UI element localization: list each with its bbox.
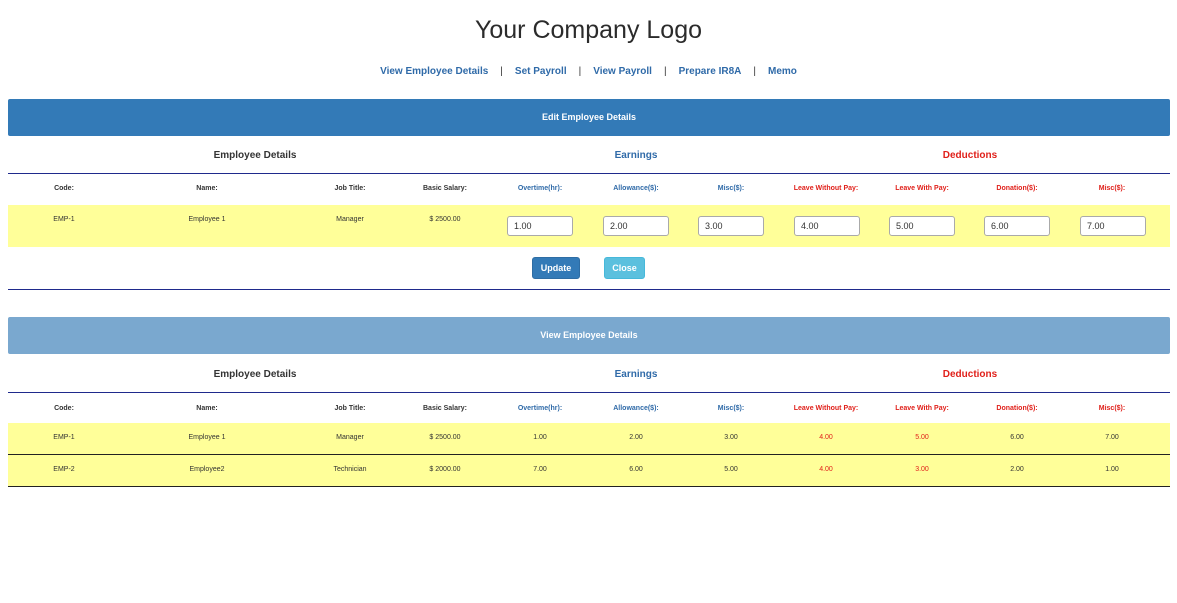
edit-panel-header: Edit Employee Details (8, 99, 1170, 136)
nav-view-employee-details[interactable]: View Employee Details (380, 66, 488, 77)
nav-separator: | (500, 66, 503, 77)
nav-memo[interactable]: Memo (768, 66, 797, 77)
row-name: Employee 1 (188, 434, 226, 441)
col-leave-with-pay: Leave With Pay: (895, 185, 949, 192)
col-name: Name: (196, 405, 218, 412)
deductions-misc-input[interactable] (1080, 216, 1146, 236)
nav-view-payroll[interactable]: View Payroll (593, 66, 652, 77)
edit-name: Employee 1 (188, 216, 226, 223)
edit-job-title: Manager (336, 216, 364, 223)
nav-set-payroll[interactable]: Set Payroll (515, 66, 567, 77)
col-name: Name: (196, 185, 218, 192)
row-basic-salary: $ 2500.00 (429, 434, 461, 441)
company-logo: Your Company Logo (474, 16, 702, 44)
nav-separator: | (663, 66, 667, 77)
edit-panel-divider (8, 289, 1170, 290)
edit-header-divider (8, 173, 1170, 174)
col-overtime: Overtime(hr): (517, 185, 563, 192)
group-earnings: Earnings (614, 369, 658, 380)
view-header-divider (8, 392, 1170, 393)
group-employee-details: Employee Details (213, 369, 297, 380)
row-name: Employee2 (189, 466, 225, 473)
row-allowance: 2.00 (629, 434, 643, 441)
row-job-title: Manager (336, 434, 364, 441)
row-basic-salary: $ 2000.00 (429, 466, 461, 473)
col-leave-without-pay: Leave Without Pay: (793, 185, 859, 192)
col-donation: Donation($): (996, 185, 1038, 192)
col-allowance: Allowance($): (613, 185, 659, 192)
col-basic-salary: Basic Salary: (423, 405, 467, 412)
col-leave-with-pay: Leave With Pay: (895, 405, 949, 412)
col-ded-misc: Misc($): (1098, 185, 1126, 192)
row-ded-misc: 1.00 (1105, 466, 1119, 473)
row-overtime: 7.00 (533, 466, 547, 473)
col-code: Code: (54, 405, 74, 412)
row-leave-with-pay: 5.00 (915, 434, 929, 441)
row-donation: 2.00 (1010, 466, 1024, 473)
row-leave-with-pay: 3.00 (915, 466, 929, 473)
nav-separator: | (753, 66, 756, 77)
col-donation: Donation($): (996, 405, 1038, 412)
main-nav: View Employee Details | Set Payroll | View P… (0, 66, 1177, 77)
col-job-title: Job Title: (334, 185, 366, 192)
view-panel-header: View Employee Details (8, 317, 1170, 354)
edit-code: EMP-1 (53, 216, 75, 223)
row-earn-misc: 5.00 (724, 466, 738, 473)
earnings-misc-input[interactable] (698, 216, 764, 236)
allowance-input[interactable] (603, 216, 669, 236)
group-employee-details: Employee Details (213, 150, 297, 161)
col-job-title: Job Title: (334, 405, 366, 412)
group-earnings: Earnings (614, 150, 658, 161)
row-overtime: 1.00 (533, 434, 547, 441)
row-code: EMP-2 (53, 466, 75, 473)
row-ded-misc: 7.00 (1105, 434, 1119, 441)
group-deductions: Deductions (942, 369, 998, 380)
col-ded-misc: Misc($): (1098, 405, 1126, 412)
col-earn-misc: Misc($): (717, 185, 745, 192)
row-donation: 6.00 (1010, 434, 1024, 441)
col-leave-without-pay: Leave Without Pay: (793, 405, 859, 412)
leave-with-pay-input[interactable] (889, 216, 955, 236)
col-basic-salary: Basic Salary: (423, 185, 467, 192)
col-code: Code: (54, 185, 74, 192)
overtime-input[interactable] (507, 216, 573, 236)
row-earn-misc: 3.00 (724, 434, 738, 441)
row-leave-without-pay: 4.00 (819, 434, 833, 441)
nav-separator: | (578, 66, 582, 77)
col-earn-misc: Misc($): (717, 405, 745, 412)
donation-input[interactable] (984, 216, 1050, 236)
row-allowance: 6.00 (629, 466, 643, 473)
row-job-title: Technician (333, 466, 367, 473)
nav-prepare-ir8a[interactable]: Prepare IR8A (679, 66, 742, 77)
update-button[interactable]: Update (532, 257, 580, 279)
close-button[interactable]: Close (604, 257, 645, 279)
col-allowance: Allowance($): (613, 405, 659, 412)
col-overtime: Overtime(hr): (517, 405, 563, 412)
edit-basic-salary: $ 2500.00 (429, 216, 461, 223)
leave-without-pay-input[interactable] (794, 216, 860, 236)
row-leave-without-pay: 4.00 (819, 466, 833, 473)
row-code: EMP-1 (53, 434, 75, 441)
table-bottom-border (8, 486, 1170, 487)
group-deductions: Deductions (942, 150, 998, 161)
